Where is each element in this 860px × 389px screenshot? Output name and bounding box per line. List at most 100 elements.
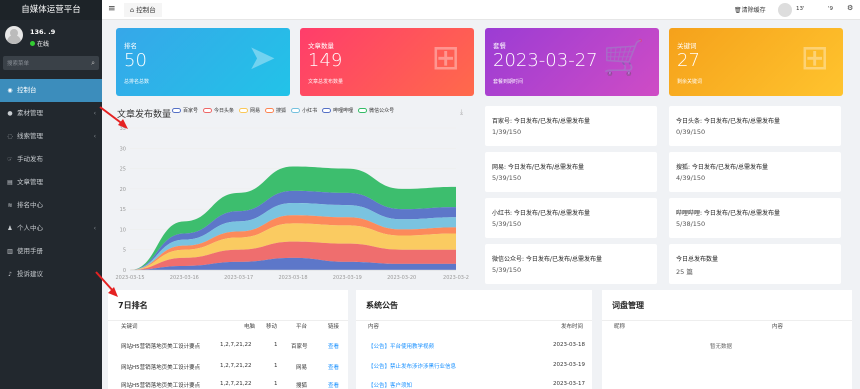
view-link[interactable]: 查看 bbox=[328, 381, 339, 389]
top-user-name[interactable]: 13' bbox=[796, 6, 805, 12]
sidebar-item-article[interactable]: ▤ 文章管理 bbox=[0, 171, 102, 194]
stat-value: 5/39/150 bbox=[492, 266, 522, 274]
col-header: 内容 bbox=[368, 324, 380, 330]
tab-dashboard[interactable]: ⌂ 控制台 bbox=[124, 3, 162, 17]
avatar[interactable] bbox=[5, 26, 23, 44]
legend-swatch bbox=[358, 108, 368, 113]
x-tick-label: 2023-03-2 bbox=[443, 275, 469, 281]
view-link[interactable]: 查看 bbox=[328, 363, 339, 371]
y-tick-label: 20 bbox=[120, 187, 126, 193]
sitemap-icon: ⊞ bbox=[431, 38, 461, 78]
x-tick-label: 2023-03-16 bbox=[170, 275, 199, 281]
sidebar: 自媒体运营平台 136. .9 在线 搜索菜单 ⌕ ◉ 控制台 ● 素材管理 ‹ ◌ 线… bbox=[0, 0, 102, 389]
legend-item[interactable]: 今日头条 bbox=[203, 107, 234, 114]
legend-label: 搜狐 bbox=[276, 108, 287, 114]
platform-stat-toutiao: 今日头条: 今日发布/已发布/总需发布量 0/39/150 bbox=[669, 106, 841, 146]
legend-item[interactable]: 搜狐 bbox=[265, 107, 286, 114]
sidebar-item-ranking[interactable]: ≋ 排名中心 bbox=[0, 194, 102, 217]
card-value: 149 bbox=[308, 50, 343, 71]
avatar[interactable] bbox=[778, 3, 792, 17]
card-value: 2023-03-27 bbox=[493, 50, 598, 71]
stat-value: 4/39/150 bbox=[676, 174, 706, 182]
cell-mobile: 1 bbox=[274, 381, 278, 387]
card-subtitle: 文章总发布数量 bbox=[308, 79, 344, 85]
legend-item[interactable]: 小红书 bbox=[291, 107, 317, 114]
stat-value: 5/39/150 bbox=[492, 174, 522, 182]
chevron-left-icon: ‹ bbox=[93, 110, 96, 117]
legend-item[interactable]: 哔哩哔哩 bbox=[322, 107, 353, 114]
chart-legend: 百家号 今日头条 网易 搜狐 小红书 哔哩哔哩 微信公众号 bbox=[172, 107, 399, 114]
menu-search-input[interactable]: 搜索菜单 ⌕ bbox=[3, 56, 99, 70]
notice-link[interactable]: 【公告】平台使用教学视频 bbox=[368, 342, 434, 350]
dashboard-icon: ◉ bbox=[7, 87, 13, 94]
sidebar-item-publish[interactable]: ☞ 手动发布 bbox=[0, 148, 102, 171]
y-tick-label: 0 bbox=[123, 268, 126, 274]
col-header: 昵称 bbox=[614, 324, 626, 330]
sidebar-item-user[interactable]: ♟ 个人中心 ‹ bbox=[0, 217, 102, 240]
legend-item[interactable]: 微信公众号 bbox=[358, 107, 394, 114]
sidebar-item-label: 投诉建议 bbox=[17, 270, 43, 278]
legend-swatch bbox=[291, 108, 301, 113]
notice-link[interactable]: 【公告】禁止发布涉诈涉黑行业信息 bbox=[368, 362, 456, 370]
user-status: 在线 bbox=[30, 39, 49, 48]
col-header: 内容 bbox=[772, 324, 784, 330]
view-link[interactable]: 查看 bbox=[328, 342, 339, 350]
gear-icon[interactable]: ⚙ bbox=[847, 4, 853, 12]
y-tick-label: 30 bbox=[120, 146, 126, 152]
y-tick-label: 25 bbox=[120, 167, 126, 173]
notice-panel: 系统公告 内容 发布时间 【公告】平台使用教学视频 2023-03-18 【公告… bbox=[356, 290, 592, 389]
sidebar-item-label: 控制台 bbox=[17, 86, 37, 94]
card-title: 排名 bbox=[124, 42, 137, 50]
legend-label: 今日头条 bbox=[214, 108, 235, 114]
sidebar-item-manual[interactable]: ▥ 使用手册 bbox=[0, 240, 102, 263]
menu-toggle-icon[interactable]: ≡ bbox=[108, 4, 116, 14]
sidebar-item-feedback[interactable]: ♪ 投诉建议 bbox=[0, 263, 102, 286]
platform-stat-bilibili: 哔哩哔哩: 今日发布/已发布/总需发布量 5/38/150 bbox=[669, 198, 841, 238]
y-tick-label: 15 bbox=[120, 207, 126, 213]
stat-card-keywords: 关键词 27 剩余关键词 ⊞ bbox=[669, 28, 843, 96]
y-tick-label: 5 bbox=[123, 248, 126, 254]
cell-pc: 1,2,7,21,22 bbox=[220, 363, 252, 369]
col-header: 平台 bbox=[296, 324, 308, 330]
legend-swatch bbox=[203, 108, 213, 113]
stat-card-articles: 文章数量 149 文章总发布数量 ⊞ bbox=[300, 28, 474, 96]
search-icon[interactable]: ⌕ bbox=[91, 59, 95, 68]
panel-title: 系统公告 bbox=[366, 301, 398, 310]
col-header: 发布时间 bbox=[561, 324, 584, 330]
stat-value: 0/39/150 bbox=[676, 128, 706, 136]
notice-date: 2023-03-17 bbox=[553, 381, 585, 387]
download-icon[interactable]: ⤓ bbox=[460, 108, 463, 117]
legend-swatch bbox=[239, 108, 249, 113]
clear-cache-button[interactable]: 🗑清除缓存 bbox=[734, 5, 766, 14]
col-header: 移动 bbox=[266, 324, 278, 330]
cart-icon: 🛒 bbox=[602, 38, 645, 78]
notice-link[interactable]: 【公告】客户须知 bbox=[368, 381, 412, 389]
legend-label: 小红书 bbox=[302, 108, 318, 114]
x-tick-label: 2023-03-19 bbox=[333, 275, 362, 281]
empty-state: 暂无数据 bbox=[710, 344, 733, 350]
legend-item[interactable]: 网易 bbox=[239, 107, 260, 114]
notice-date: 2023-03-18 bbox=[553, 342, 585, 348]
col-header: 链接 bbox=[328, 324, 340, 330]
legend-swatch bbox=[322, 108, 332, 113]
chevron-left-icon: ‹ bbox=[93, 225, 96, 232]
card-subtitle: 剩余关键词 bbox=[677, 79, 703, 85]
top-bar: ≡ ⌂ 控制台 🗑清除缓存 13' '9 ⚙ bbox=[102, 0, 860, 20]
divider bbox=[356, 320, 592, 321]
top-user-suffix: '9 bbox=[828, 6, 834, 12]
stat-label: 哔哩哔哩: 今日发布/已发布/总需发布量 bbox=[676, 210, 780, 217]
clue-icon: ◌ bbox=[7, 133, 13, 140]
platform-stat-netease: 网易: 今日发布/已发布/总需发布量 5/39/150 bbox=[485, 152, 657, 192]
sidebar-item-material[interactable]: ● 素材管理 ‹ bbox=[0, 102, 102, 125]
cell-mobile: 1 bbox=[274, 363, 278, 369]
stat-label: 今日总发布数量 bbox=[676, 256, 719, 263]
sidebar-item-label: 线索管理 bbox=[17, 132, 43, 140]
clear-cache-label: 清除缓存 bbox=[741, 7, 766, 14]
tab-label: 控制台 bbox=[136, 6, 156, 14]
sidebar-item-clue[interactable]: ◌ 线索管理 ‹ bbox=[0, 125, 102, 148]
platform-stat-wechat: 微信公众号: 今日发布/已发布/总需发布量 5/39/150 bbox=[485, 244, 657, 284]
legend-item[interactable]: 百家号 bbox=[172, 107, 198, 114]
col-header: 电脑 bbox=[244, 324, 256, 330]
manual-icon: ▥ bbox=[7, 248, 13, 255]
sidebar-item-dashboard[interactable]: ◉ 控制台 bbox=[0, 79, 102, 102]
